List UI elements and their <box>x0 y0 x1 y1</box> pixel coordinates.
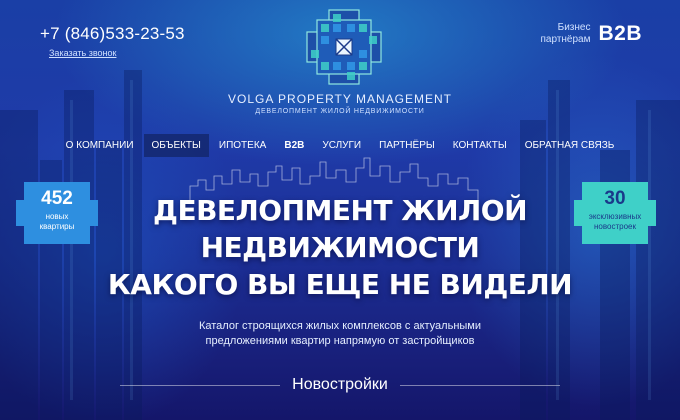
nav-item-contacts[interactable]: КОНТАКТЫ <box>445 134 515 157</box>
main-nav: О КОМПАНИИ ОБЪЕКТЫ ИПОТЕКА B2B УСЛУГИ ПА… <box>0 134 680 157</box>
brand-name: VOLGA PROPERTY MANAGEMENT <box>228 92 452 106</box>
divider-right <box>399 384 560 386</box>
hero-headline-line1: ДЕВЕЛОПМЕНТ ЖИЛОЙ <box>153 194 528 227</box>
nav-item-services[interactable]: УСЛУГИ <box>314 134 369 157</box>
brand-tagline: ДЕВЕЛОПМЕНТ ЖИЛОЙ НЕДВИЖИМОСТИ <box>255 108 425 115</box>
divider-left <box>120 384 281 386</box>
phone-number[interactable]: +7 (846)533-23-53 <box>40 24 185 44</box>
nav-item-b2b[interactable]: B2B <box>276 134 312 157</box>
contact-block: +7 (846)533-23-53 Заказать звонок <box>40 24 185 58</box>
hero-subtitle-line2: предложениями квартир напрямую от застро… <box>205 335 475 347</box>
hero-headline-line2: НЕДВИЖИМОСТИ <box>200 231 480 264</box>
b2b-caption-line2: партнёрам <box>540 34 591 45</box>
b2b-caption-line1: Бизнес <box>557 22 591 33</box>
company-logo[interactable] <box>305 8 383 86</box>
nav-item-feedback[interactable]: ОБРАТНАЯ СВЯЗЬ <box>517 134 623 157</box>
nav-item-about[interactable]: О КОМПАНИИ <box>58 134 142 157</box>
b2b-partner-link[interactable]: Бизнес партнёрам B2B <box>541 22 643 46</box>
hero-subtitle-line1: Каталог строящихся жилых комплексов с ак… <box>198 320 482 332</box>
b2b-caption: Бизнес партнёрам <box>541 22 591 46</box>
section-title: Новостройки <box>292 376 388 393</box>
hero-headline: ДЕВЕЛОПМЕНТ ЖИЛОЙ НЕДВИЖИМОСТИ КАКОГО ВЫ… <box>0 192 680 303</box>
nav-item-partners[interactable]: ПАРТНЁРЫ <box>371 134 443 157</box>
hero-subtitle: Каталог строящихся жилых комплексов с ак… <box>0 319 680 349</box>
nav-item-mortgage[interactable]: ИПОТЕКА <box>211 134 274 157</box>
hero-headline-line3: КАКОГО ВЫ ЕЩЕ НЕ ВИДЕЛИ <box>107 268 573 301</box>
new-buildings-section-header: Новостройки <box>0 376 680 394</box>
callback-link[interactable]: Заказать звонок <box>49 48 185 58</box>
nav-item-objects[interactable]: ОБЪЕКТЫ <box>143 134 209 157</box>
b2b-label[interactable]: B2B <box>598 22 642 46</box>
